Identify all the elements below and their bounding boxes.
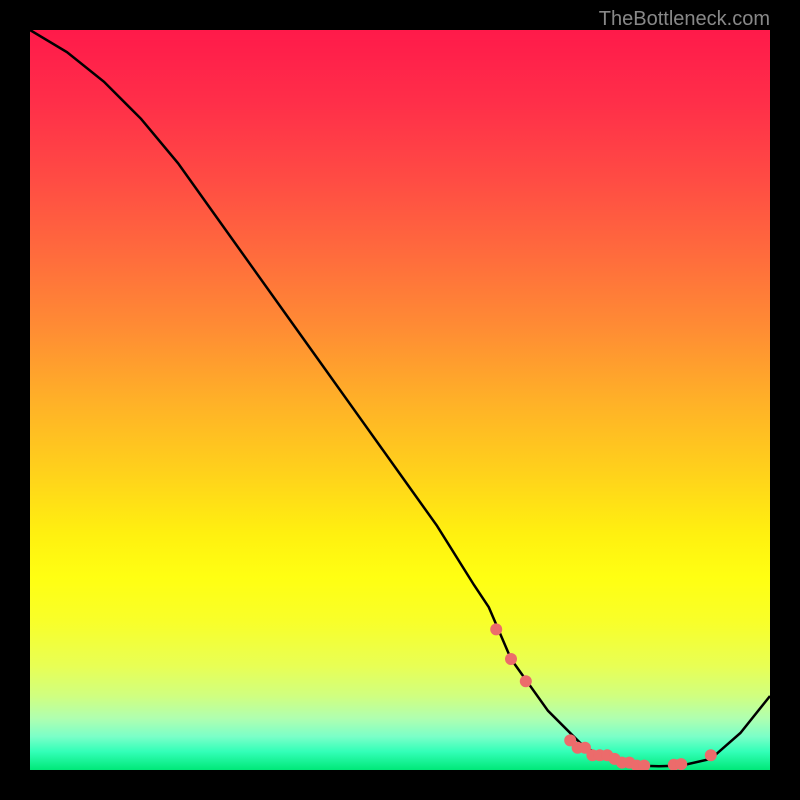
highlight-dot (490, 623, 502, 635)
chart-container: TheBottleneck.com (0, 0, 800, 800)
plot-area (30, 30, 770, 770)
watermark-text: TheBottleneck.com (599, 8, 770, 31)
highlight-dot (520, 675, 532, 687)
highlight-dot (675, 758, 687, 770)
highlight-dot (505, 653, 517, 665)
highlight-dot (705, 749, 717, 761)
curve-layer (30, 30, 770, 770)
highlight-dots (490, 623, 717, 770)
bottleneck-curve (30, 30, 770, 766)
